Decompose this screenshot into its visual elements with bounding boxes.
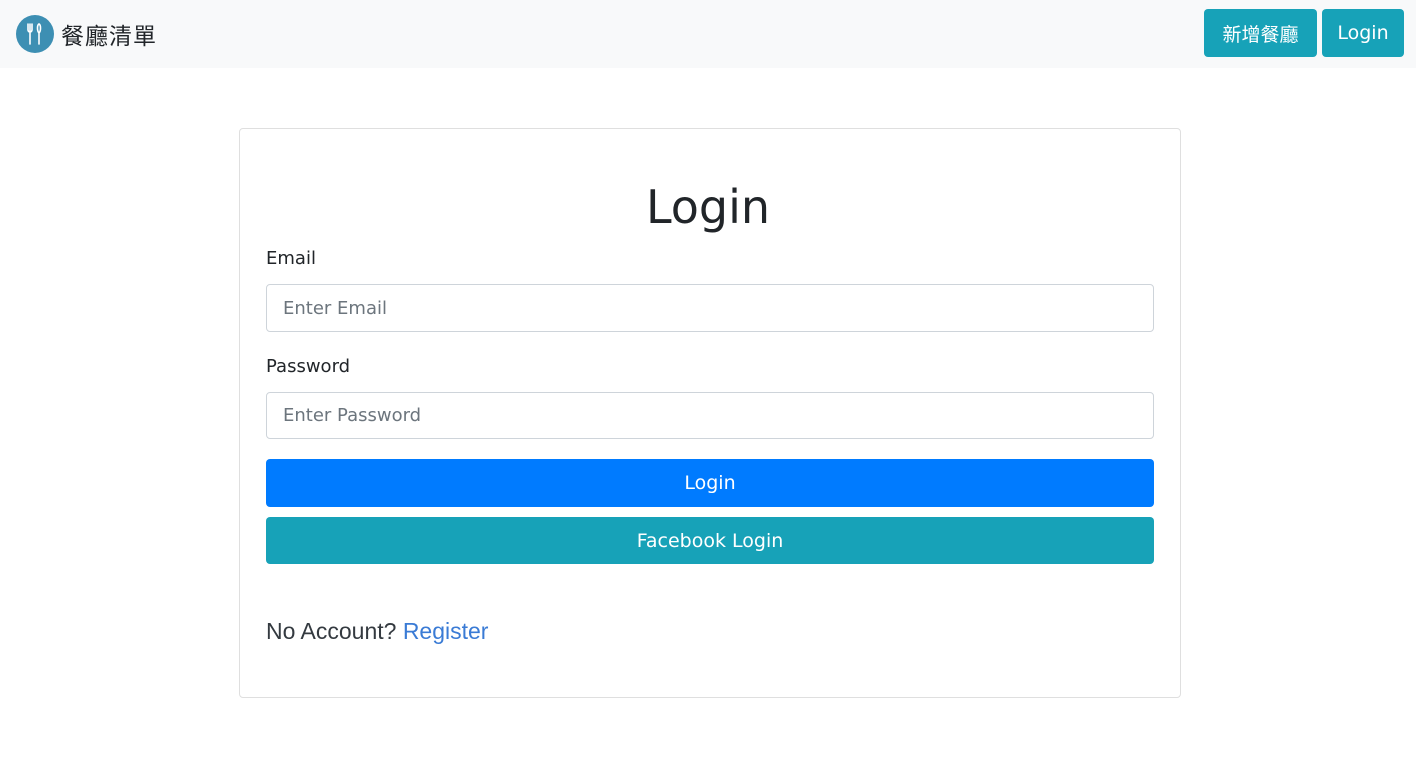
login-submit-button[interactable]: Login (266, 459, 1154, 507)
register-prompt: No Account? Register (266, 618, 488, 645)
brand-title: 餐廳清單 (61, 24, 157, 50)
navbar: 餐廳清單 新增餐廳 Login (0, 0, 1416, 68)
brand-link[interactable]: 餐廳清單 (16, 15, 157, 53)
password-label: Password (266, 356, 351, 377)
add-restaurant-button[interactable]: 新增餐廳 (1204, 9, 1317, 57)
password-field[interactable] (266, 392, 1154, 439)
email-field[interactable] (266, 284, 1154, 332)
register-link[interactable]: Register (403, 618, 489, 644)
fork-knife-icon (16, 15, 54, 53)
email-label: Email (266, 248, 316, 269)
no-account-text: No Account? (266, 618, 403, 644)
page-title: Login (645, 180, 771, 234)
nav-login-button[interactable]: Login (1322, 9, 1404, 57)
facebook-login-button[interactable]: Facebook Login (266, 517, 1154, 564)
